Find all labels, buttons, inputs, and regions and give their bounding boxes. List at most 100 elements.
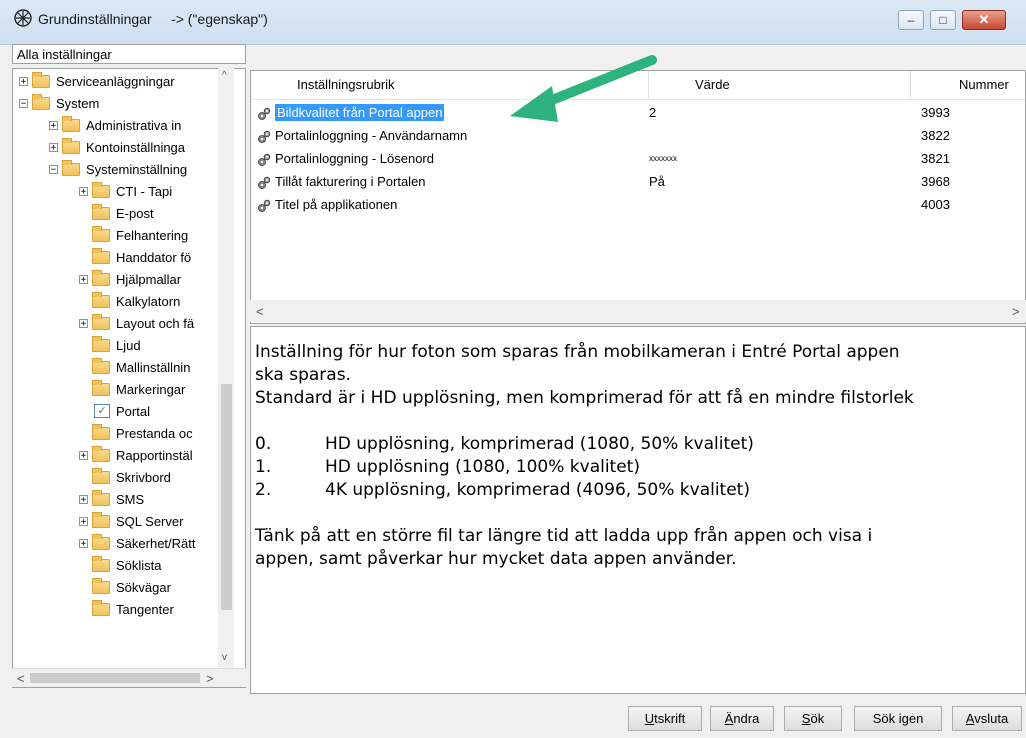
tree-item[interactable]: Söklista (79, 555, 162, 575)
tree-item-label: Skrivbord (116, 469, 171, 485)
tree-item[interactable]: Tangenter (79, 599, 174, 619)
tree-item-label: Prestanda oc (116, 425, 193, 441)
expand-icon[interactable]: + (49, 142, 58, 152)
tree-scroll-thumb[interactable] (221, 384, 232, 610)
tree-item-label: Markeringar (116, 381, 186, 397)
tree-item-label: Söklista (116, 557, 162, 573)
option-item: 0. HD upplösning, komprimerad (1080, 50% … (255, 434, 754, 454)
tree-item-label: Kalkylatorn (116, 293, 181, 309)
tree-item[interactable]: Ljud (79, 335, 141, 355)
description-line: Standard är i HD upplösning, men komprim… (255, 388, 914, 408)
scroll-up-icon[interactable]: ^ (222, 70, 227, 81)
tree-item[interactable]: Sökvägar (79, 577, 171, 597)
tree-item[interactable]: + Hjälpmallar (79, 269, 181, 289)
setting-value (649, 193, 909, 216)
folder-icon (92, 379, 110, 396)
option-item: 1. HD upplösning (1080, 100% kvalitet) (255, 457, 640, 477)
grid-row[interactable]: Portalinloggning - Lösenord xxxxxxx 3821 (251, 147, 1025, 170)
tree-item[interactable]: − System (19, 93, 99, 113)
tree-item[interactable]: E-post (79, 203, 154, 223)
setting-name: Portalinloggning - Användarnamn (275, 128, 468, 143)
grid-scroll-left-icon[interactable]: < (256, 304, 264, 319)
tree-item[interactable]: + SQL Server (79, 511, 183, 531)
tree-item[interactable]: Handdator fö (79, 247, 191, 267)
folder-icon (92, 555, 110, 572)
expand-icon[interactable]: + (79, 274, 88, 284)
settings-tree-header: Alla inställningar (12, 44, 246, 64)
tree-item[interactable]: Skrivbord (79, 467, 171, 487)
edit-button[interactable]: Ändra (710, 706, 774, 731)
tree-item-label: Systeminställning (86, 161, 188, 177)
column-header-value[interactable]: Värde (649, 71, 911, 99)
scroll-down-icon[interactable]: v (222, 652, 227, 663)
folder-icon (92, 511, 110, 528)
tree-item[interactable]: ✓ Portal (79, 401, 150, 421)
annotation-arrow-icon (510, 55, 657, 122)
tree-item[interactable]: + Säkerhet/Rätt (79, 533, 196, 553)
expand-icon[interactable]: + (79, 538, 88, 548)
maximize-button[interactable]: □ (930, 10, 956, 30)
tree-item-label: Handdator fö (116, 249, 192, 265)
tree-vertical-scrollbar[interactable]: ^ v (218, 68, 234, 668)
expand-icon[interactable]: + (79, 516, 88, 526)
tree-item[interactable]: Markeringar (79, 379, 185, 399)
gear-icon (258, 199, 271, 212)
tree-hscroll-thumb[interactable] (30, 673, 200, 683)
grid-row[interactable]: Titel på applikationen 4003 (251, 193, 1025, 216)
tree-item[interactable]: + Serviceanläggningar (19, 71, 175, 91)
title-bar: Grundinställningar -> ("egenskap") – □ ✕ (0, 0, 1026, 45)
folder-icon (92, 335, 110, 352)
window-title: Grundinställningar -> ("egenskap") (38, 11, 268, 27)
grid-scroll-right-icon[interactable]: > (1012, 304, 1020, 319)
folder-icon (92, 445, 110, 462)
setting-name: Bildkvalitet från Portal appen (275, 104, 445, 121)
expand-icon[interactable]: + (49, 120, 58, 130)
gear-icon (258, 130, 271, 143)
tree-item[interactable]: − Systeminställning (49, 159, 187, 179)
settings-tree[interactable]: + Serviceanläggningar − System + Administrati… (12, 68, 246, 688)
app-icon (14, 9, 32, 27)
expand-icon[interactable]: + (79, 494, 88, 504)
tree-item[interactable]: + Administrativa in (49, 115, 181, 135)
scroll-left-icon[interactable]: < (17, 671, 25, 686)
folder-icon (92, 577, 110, 594)
tree-item[interactable]: Prestanda oc (79, 423, 193, 443)
tree-item-label: CTI - Tapi (116, 183, 173, 199)
tree-item[interactable]: + CTI - Tapi (79, 181, 172, 201)
setting-number: 3822 (921, 128, 950, 143)
tree-item-label: Sökvägar (116, 579, 171, 595)
minimize-button[interactable]: – (898, 10, 924, 30)
tree-item-label: Rapportinstäl (116, 447, 193, 463)
expand-icon[interactable]: + (79, 318, 88, 328)
expand-icon[interactable]: + (19, 76, 28, 86)
tree-item-label: Portal (116, 403, 150, 419)
tree-item[interactable]: Felhantering (79, 225, 188, 245)
folder-icon (92, 313, 110, 330)
folder-icon (92, 291, 110, 308)
search-again-button[interactable]: Sök igen (854, 706, 942, 731)
expand-icon[interactable]: + (79, 450, 88, 460)
search-button[interactable]: Sök (784, 706, 842, 731)
tree-item[interactable]: + Rapportinstäl (79, 445, 193, 465)
close-button[interactable]: ✕ (962, 10, 1006, 30)
minimize-icon: – (907, 13, 915, 27)
tree-horizontal-scrollbar[interactable]: < > (12, 668, 246, 687)
expand-icon[interactable]: + (79, 186, 88, 196)
description-line: Inställning för hur foton som sparas frå… (255, 342, 900, 362)
tree-item[interactable]: Kalkylatorn (79, 291, 180, 311)
collapse-icon[interactable]: − (19, 98, 28, 108)
column-header-number[interactable]: Nummer (911, 71, 1025, 99)
scroll-right-icon[interactable]: > (206, 671, 214, 686)
tree-item[interactable]: + SMS (79, 489, 144, 509)
grid-horizontal-scrollbar[interactable]: < > (250, 300, 1026, 322)
close-icon: ✕ (978, 12, 990, 27)
tree-item-label: Mallinställnin (116, 359, 191, 375)
tree-item[interactable]: + Kontoinställninga (49, 137, 185, 157)
tree-item-label: Hjälpmallar (116, 271, 182, 287)
collapse-icon[interactable]: − (49, 164, 58, 174)
print-button[interactable]: Utskrift (628, 706, 702, 731)
tree-item[interactable]: Mallinställnin (79, 357, 190, 377)
quit-button[interactable]: Avsluta (952, 706, 1022, 731)
grid-row[interactable]: Tillåt fakturering i Portalen På 3968 (251, 170, 1025, 193)
tree-item[interactable]: + Layout och fä (79, 313, 194, 333)
